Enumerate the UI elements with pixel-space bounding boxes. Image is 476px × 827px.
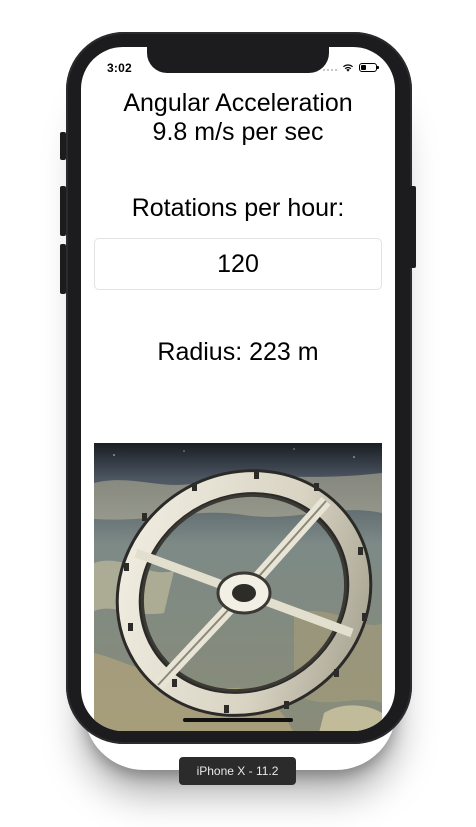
- page-title: Angular Acceleration 9.8 m/s per sec: [81, 89, 395, 147]
- title-line-2: 9.8 m/s per sec: [152, 118, 324, 146]
- simulator-stage: 3:02 Angular Acceleration 9.8 m/s per se…: [0, 0, 476, 827]
- home-indicator[interactable]: [183, 718, 293, 722]
- device-notch: [147, 47, 329, 73]
- space-station-image: [94, 443, 382, 731]
- battery-icon: [359, 62, 379, 72]
- volume-down-button: [60, 244, 66, 294]
- radius-result: Radius: 223 m: [157, 338, 319, 366]
- wifi-icon: [343, 63, 353, 72]
- space-station-illustration: [94, 443, 382, 731]
- rotations-label: Rotations per hour:: [131, 194, 345, 222]
- simulator-device-label: iPhone X - 11.2: [179, 757, 296, 785]
- title-line-1: Angular Acceleration: [123, 89, 353, 117]
- status-indicators: [323, 61, 379, 73]
- rotations-input[interactable]: [94, 238, 382, 290]
- power-button: [410, 186, 416, 268]
- phone-screen: 3:02 Angular Acceleration 9.8 m/s per se…: [81, 47, 395, 731]
- status-time: 3:02: [107, 61, 132, 75]
- mute-switch: [60, 132, 66, 160]
- volume-up-button: [60, 186, 66, 236]
